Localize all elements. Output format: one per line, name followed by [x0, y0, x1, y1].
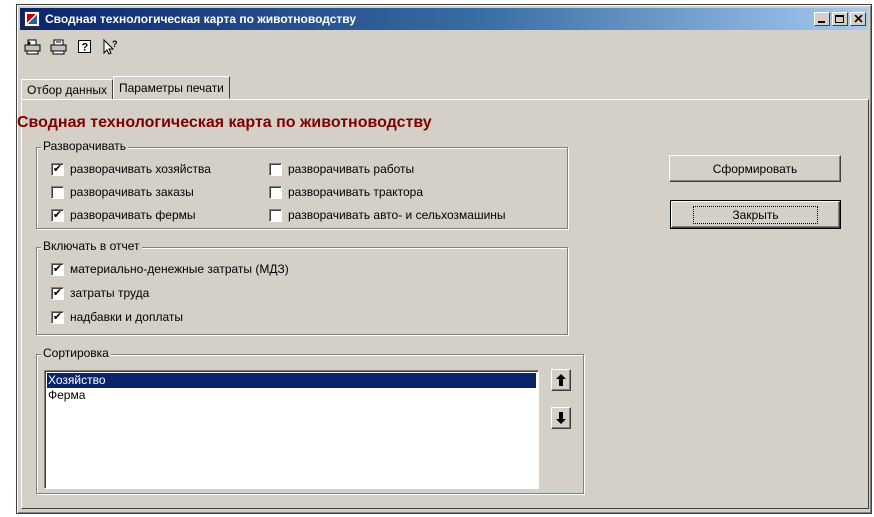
checkbox-box[interactable]: ✔ — [51, 162, 64, 176]
arrow-up-icon — [556, 374, 566, 386]
print-button[interactable] — [49, 37, 69, 57]
print-preview-icon — [24, 39, 41, 55]
window-title: Сводная технологическая карта по животно… — [45, 12, 357, 26]
maximize-icon — [835, 14, 844, 23]
close-window-button[interactable] — [850, 12, 866, 26]
include-mdz-checkbox[interactable]: ✔ материально-денежные затраты (МДЗ) — [51, 262, 289, 276]
checkbox-label: затраты труда — [70, 286, 150, 300]
expand-livestock-farms-checkbox[interactable]: ✔ разворачивать фермы — [51, 208, 196, 222]
app-icon — [24, 11, 40, 27]
sort-listbox[interactable]: Хозяйство Ферма — [44, 370, 539, 489]
checkbox-box[interactable]: ✔ — [51, 262, 64, 276]
expand-works-checkbox[interactable]: разворачивать работы — [269, 162, 414, 176]
checkbox-box[interactable] — [269, 162, 282, 176]
checkbox-label: надбавки и доплаты — [70, 310, 183, 324]
minimize-button[interactable] — [814, 12, 830, 26]
close-button[interactable]: Закрыть — [670, 200, 841, 229]
svg-text:?: ? — [112, 39, 118, 49]
maximize-button[interactable] — [832, 12, 848, 26]
tab-print-parameters[interactable]: Параметры печати — [112, 76, 230, 99]
checkbox-label: разворачивать хозяйства — [70, 162, 211, 176]
arrow-down-icon — [556, 412, 566, 424]
checkbox-label: разворачивать трактора — [288, 185, 424, 199]
checkbox-box[interactable]: ✔ — [51, 286, 64, 300]
help-icon: ? — [78, 40, 91, 54]
whats-this-icon: ? — [103, 38, 118, 55]
print-icon — [50, 39, 67, 55]
minimize-icon — [818, 21, 825, 23]
list-item[interactable]: Хозяйство — [47, 373, 536, 388]
include-labor-checkbox[interactable]: ✔ затраты труда — [51, 286, 149, 300]
checkbox-box[interactable]: ✔ — [51, 310, 64, 324]
checkbox-label: разворачивать фермы — [70, 208, 196, 222]
tab-strip: Отбор данных Параметры печати — [21, 76, 230, 99]
svg-text:?: ? — [82, 42, 89, 54]
include-group-legend: Включать в отчет — [41, 239, 142, 253]
checkbox-label: разворачивать работы — [288, 162, 415, 176]
close-button-label: Закрыть — [693, 205, 818, 224]
expand-groupbox: Разворачивать ✔ разворачивать хозяйства … — [36, 139, 568, 229]
generate-button[interactable]: Сформировать — [669, 155, 841, 182]
checkbox-box[interactable] — [51, 185, 64, 199]
checkbox-box[interactable] — [269, 208, 282, 222]
sort-group-legend: Сортировка — [41, 346, 111, 360]
whats-this-button[interactable]: ? — [101, 37, 121, 57]
move-up-button[interactable] — [551, 369, 571, 391]
include-groupbox: Включать в отчет ✔ материально-денежные … — [36, 239, 568, 335]
toolbar: ? ? — [23, 35, 121, 59]
expand-group-legend: Разворачивать — [41, 139, 128, 153]
checkbox-label: разворачивать заказы — [70, 185, 194, 199]
move-down-button[interactable] — [551, 407, 571, 429]
checkbox-label: разворачивать авто- и сельхозмашины — [288, 208, 506, 222]
title-bar[interactable]: Сводная технологическая карта по животно… — [20, 8, 868, 30]
page-heading: Сводная технологическая карта по животно… — [17, 114, 432, 131]
list-item[interactable]: Ферма — [47, 388, 536, 403]
help-button[interactable]: ? — [75, 37, 95, 57]
expand-tractors-checkbox[interactable]: разворачивать трактора — [269, 185, 423, 199]
expand-farms-checkbox[interactable]: ✔ разворачивать хозяйства — [51, 162, 211, 176]
checkbox-label: материально-денежные затраты (МДЗ) — [70, 262, 289, 276]
sort-groupbox: Сортировка Хозяйство Ферма — [36, 346, 584, 494]
print-preview-button[interactable] — [23, 37, 43, 57]
include-bonuses-checkbox[interactable]: ✔ надбавки и доплаты — [51, 310, 183, 324]
checkbox-box[interactable] — [269, 185, 282, 199]
expand-vehicles-checkbox[interactable]: разворачивать авто- и сельхозмашины — [269, 208, 506, 222]
checkbox-box[interactable]: ✔ — [51, 208, 64, 222]
close-icon — [853, 15, 863, 23]
tab-data-selection[interactable]: Отбор данных — [21, 79, 113, 99]
expand-orders-checkbox[interactable]: разворачивать заказы — [51, 185, 194, 199]
